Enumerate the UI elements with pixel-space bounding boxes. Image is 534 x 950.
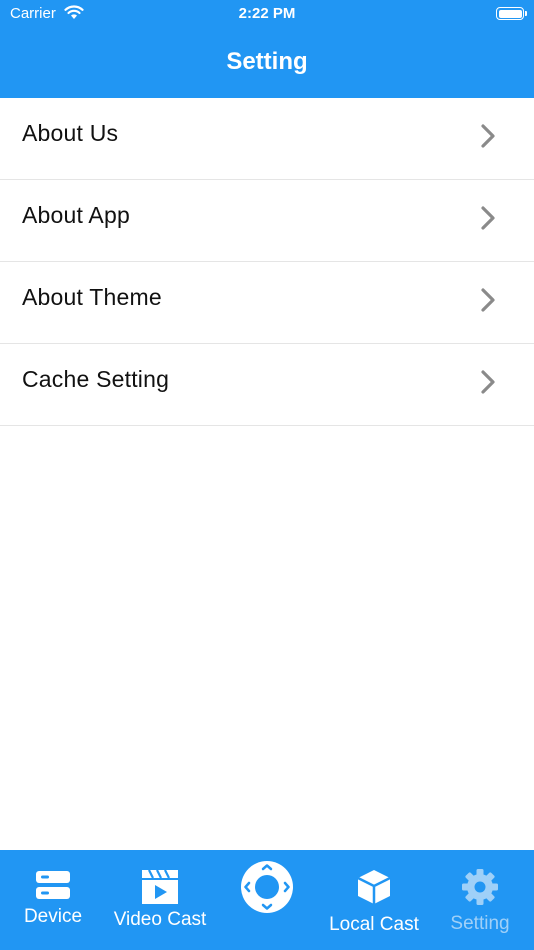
settings-item-cache-setting[interactable]: Cache Setting <box>0 344 534 426</box>
settings-item-about-theme[interactable]: About Theme <box>0 262 534 344</box>
settings-item-about-us[interactable]: About Us <box>0 98 534 180</box>
settings-list: About Us About App About Theme Cache Set… <box>0 98 534 426</box>
tab-setting[interactable]: Setting <box>438 868 522 935</box>
tab-label: Setting <box>450 913 510 934</box>
page-title: Setting <box>226 48 308 75</box>
tab-label: Device <box>23 906 83 927</box>
battery-icon <box>496 7 527 20</box>
tab-bar: Device Video Cast Local Cast Setting <box>0 850 534 950</box>
cube-icon <box>357 870 391 904</box>
tab-label: Local Cast <box>329 914 419 935</box>
remote-control-icon <box>241 861 293 913</box>
video-cast-icon <box>142 869 178 904</box>
settings-item-label: Cache Setting <box>22 366 170 392</box>
device-icon <box>36 871 70 899</box>
clock: 2:22 PM <box>238 5 296 22</box>
settings-item-label: About App <box>22 202 130 228</box>
tab-remote-control[interactable] <box>239 860 295 914</box>
settings-item-label: About Us <box>22 120 119 146</box>
chevron-right-icon <box>481 124 495 148</box>
tab-video-cast[interactable]: Video Cast <box>105 869 215 931</box>
chevron-right-icon <box>481 288 495 312</box>
status-bar: Carrier 2:22 PM <box>0 0 534 28</box>
chevron-right-icon <box>481 206 495 230</box>
chevron-right-icon <box>481 370 495 394</box>
settings-item-label: About Theme <box>22 284 162 310</box>
settings-item-about-app[interactable]: About App <box>0 180 534 262</box>
tab-label: Video Cast <box>113 909 207 930</box>
gear-icon <box>462 869 498 905</box>
navigation-bar: Carrier 2:22 PM Setting <box>0 0 534 98</box>
tab-local-cast[interactable]: Local Cast <box>320 868 428 936</box>
tab-device[interactable]: Device <box>10 870 96 928</box>
